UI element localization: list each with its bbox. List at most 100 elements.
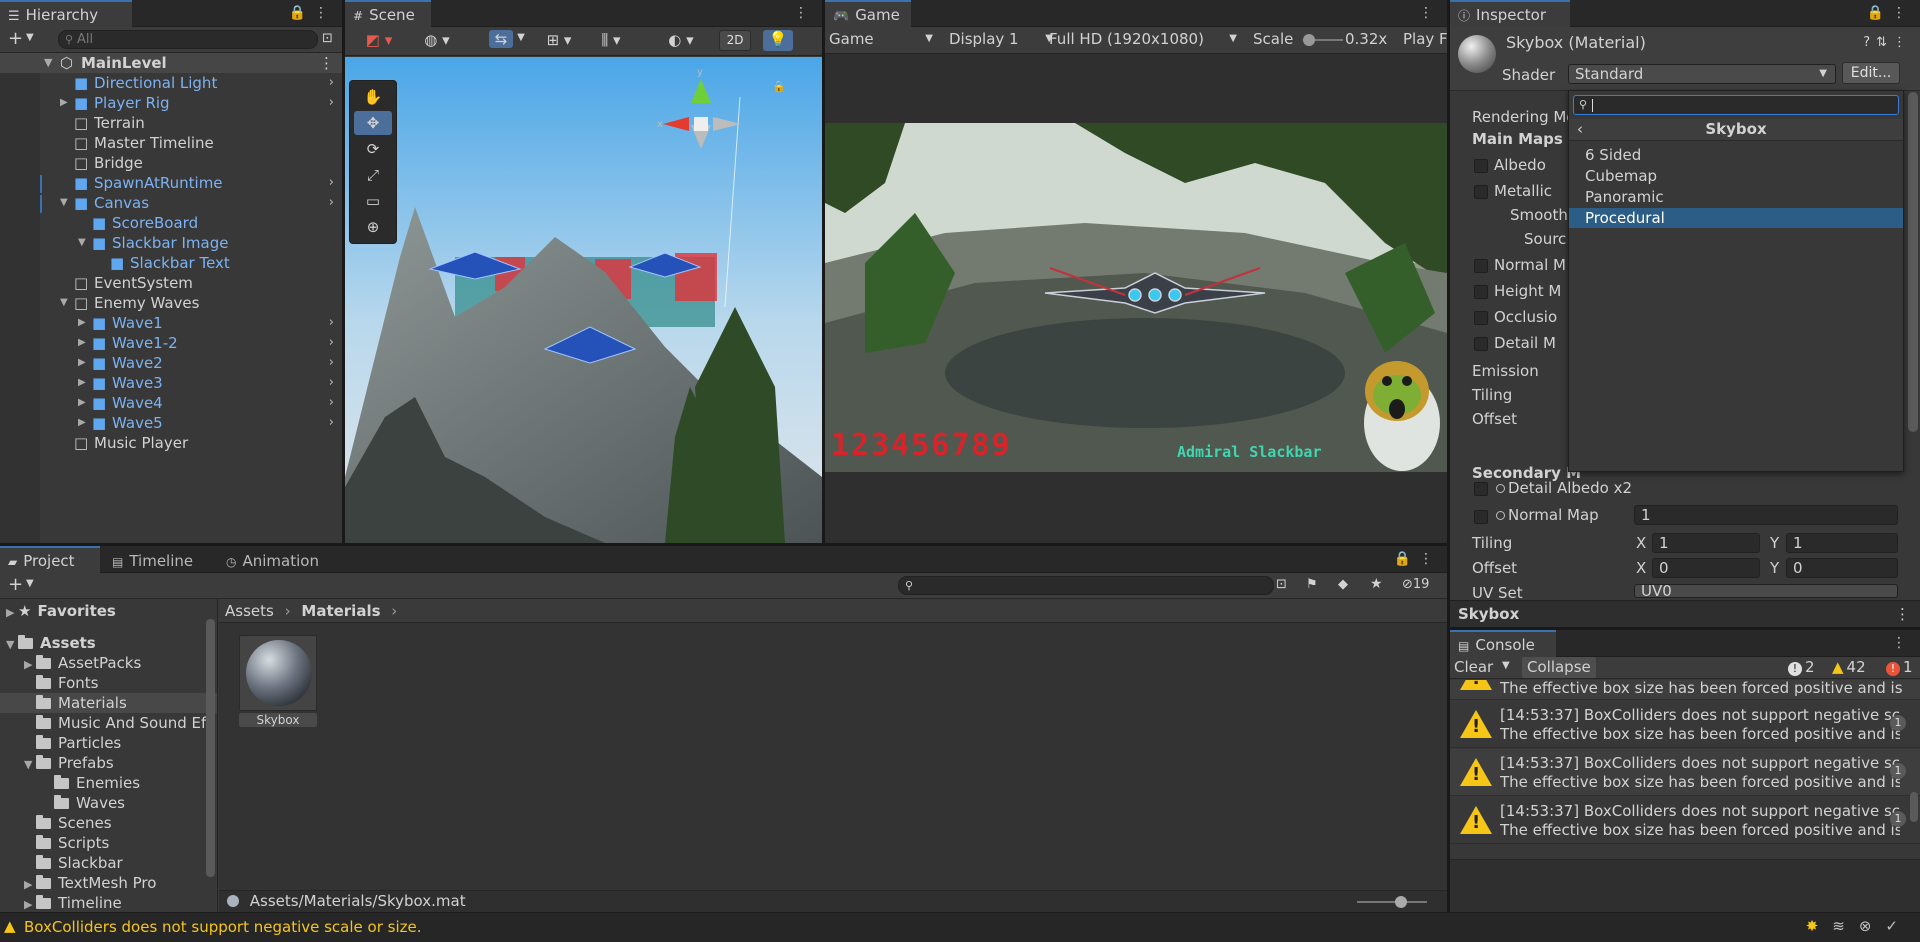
- lock-icon[interactable]: 🔒: [289, 5, 314, 21]
- fold-closed-icon[interactable]: ▶: [78, 333, 86, 353]
- hierarchy-item[interactable]: □ Terrain: [0, 113, 342, 133]
- project-folder-item[interactable]: Particles: [0, 733, 217, 753]
- draw-mode-icon[interactable]: ◩ ▾: [359, 31, 399, 49]
- thumbnail-size-slider[interactable]: [1357, 896, 1427, 908]
- fold-icon[interactable]: ▶: [24, 655, 36, 673]
- console-row[interactable]: [14:53:37] BoxColliders does not support…: [1450, 797, 1920, 844]
- more-menu-icon[interactable]: ⋮: [314, 5, 336, 21]
- hierarchy-item[interactable]: □ Music Player: [0, 433, 342, 453]
- move-tool-icon[interactable]: ✥: [354, 111, 392, 135]
- hierarchy-item[interactable]: □ Bridge: [0, 153, 342, 173]
- tab-inspector[interactable]: ⓘ Inspector: [1450, 0, 1570, 27]
- project-search-input[interactable]: ⚲: [898, 576, 1274, 595]
- fold-open-icon[interactable]: ▼: [60, 293, 68, 313]
- project-folder-item[interactable]: Materials: [0, 693, 217, 713]
- hierarchy-item[interactable]: □ EventSystem: [0, 273, 342, 293]
- hierarchy-item[interactable]: ▶ ■ Wave2 ›: [0, 353, 342, 373]
- fold-closed-icon[interactable]: ▶: [78, 353, 86, 373]
- add-icon[interactable]: +: [8, 574, 23, 595]
- tab-scene[interactable]: # Scene: [345, 0, 431, 27]
- lock-icon[interactable]: 🔒: [772, 80, 786, 93]
- fold-icon[interactable]: ▶: [24, 895, 36, 912]
- chevron-right-icon[interactable]: ›: [329, 413, 334, 433]
- chevron-right-icon[interactable]: ›: [329, 73, 334, 93]
- breadcrumb-item[interactable]: Assets: [225, 602, 274, 620]
- shader-dropdown[interactable]: Standard ▼: [1568, 64, 1836, 84]
- project-folder-item[interactable]: Slackbar: [0, 853, 217, 873]
- chevron-down-icon[interactable]: ▼: [26, 32, 34, 43]
- rotate-tool-icon[interactable]: ⟳: [354, 137, 392, 161]
- tab-animation[interactable]: ◷ Animation: [218, 546, 342, 573]
- inspector-scrollbar[interactable]: [1908, 92, 1918, 432]
- texture-slot-checkbox[interactable]: [1474, 311, 1488, 325]
- hierarchy-item[interactable]: ■ SpawnAtRuntime ›: [0, 173, 342, 193]
- project-folder-item[interactable]: Scripts: [0, 833, 217, 853]
- favorites-row[interactable]: ▶ ★ Favorites: [0, 601, 217, 621]
- hierarchy-item[interactable]: ▶ ■ Wave4 ›: [0, 393, 342, 413]
- chevron-right-icon[interactable]: ›: [329, 393, 334, 413]
- hierarchy-item[interactable]: ■ Directional Light ›: [0, 73, 342, 93]
- more-menu-icon[interactable]: ⋮: [1419, 5, 1441, 21]
- fold-icon[interactable]: ▶: [6, 603, 18, 621]
- hierarchy-item[interactable]: ▶ ■ Wave1-2 ›: [0, 333, 342, 353]
- fold-closed-icon[interactable]: ▶: [60, 93, 68, 113]
- display-dropdown[interactable]: Display 1 ▼: [949, 30, 1057, 48]
- project-folder-item[interactable]: Fonts: [0, 673, 217, 693]
- game-mode-dropdown[interactable]: Game ▼: [829, 30, 939, 48]
- hand-tool-icon[interactable]: ✋: [354, 85, 392, 109]
- chevron-down-icon[interactable]: ▼: [515, 32, 527, 43]
- filter-type-icon[interactable]: ⚑: [1306, 577, 1318, 592]
- project-folder-item[interactable]: ▼ Prefabs: [0, 753, 217, 773]
- game-viewport[interactable]: [825, 123, 1447, 472]
- search-options-icon[interactable]: ⊡: [1276, 577, 1287, 592]
- globe-icon[interactable]: ◍ ▾: [417, 31, 457, 49]
- project-tree-scrollbar[interactable]: [206, 619, 215, 877]
- fold-open-icon[interactable]: ▼: [60, 193, 68, 213]
- resolution-dropdown[interactable]: Full HD (1920x1080) ▼: [1049, 30, 1243, 48]
- normal-map-checkbox[interactable]: [1474, 510, 1488, 524]
- fold-open-icon[interactable]: ▼: [78, 233, 86, 253]
- chevron-right-icon[interactable]: ›: [329, 353, 334, 373]
- tiling-x-field[interactable]: 1: [1652, 533, 1760, 553]
- console-row[interactable]: [14:53:37] BoxColliders does not support…: [1450, 701, 1920, 748]
- offset-x-field[interactable]: 0: [1652, 558, 1760, 578]
- fold-icon[interactable]: ▶: [24, 875, 36, 893]
- tab-timeline[interactable]: ▤ Timeline: [104, 546, 216, 573]
- chevron-right-icon[interactable]: ›: [329, 173, 334, 193]
- collapse-button[interactable]: Collapse: [1522, 657, 1596, 678]
- rect-tool-icon[interactable]: ▭: [354, 189, 392, 213]
- favorite-star-icon[interactable]: ★: [1370, 576, 1383, 592]
- more-menu-icon[interactable]: ⋮: [1892, 5, 1914, 21]
- thumbnail-size-thumb[interactable]: [1395, 896, 1407, 908]
- chevron-right-icon[interactable]: ›: [329, 93, 334, 113]
- add-icon[interactable]: +: [8, 28, 23, 49]
- fold-icon[interactable]: ▼: [6, 635, 18, 653]
- lock-icon[interactable]: 🔒: [1867, 5, 1892, 21]
- filter-label-icon[interactable]: ◆: [1338, 577, 1348, 592]
- offset-y-field[interactable]: 0: [1786, 558, 1898, 578]
- chevron-right-icon[interactable]: ›: [329, 333, 334, 353]
- move-snap-icon[interactable]: ⇆: [489, 30, 513, 48]
- preset-icon[interactable]: ⇅: [1876, 35, 1893, 50]
- console-row[interactable]: [14:53:37] BoxColliders does not support…: [1450, 749, 1920, 796]
- texture-slot-checkbox[interactable]: [1474, 285, 1488, 299]
- hierarchy-item[interactable]: ▶ ■ Player Rig ›: [0, 93, 342, 113]
- more-menu-icon[interactable]: ⋮: [794, 5, 816, 21]
- uv-set-dropdown[interactable]: UV0: [1634, 584, 1898, 598]
- layers-icon[interactable]: ≋: [1832, 917, 1859, 935]
- hierarchy-item[interactable]: ▶ ■ Wave3 ›: [0, 373, 342, 393]
- hierarchy-item[interactable]: ■ Slackbar Text: [0, 253, 342, 273]
- hierarchy-item[interactable]: ▼ □ Enemy Waves: [0, 293, 342, 313]
- hierarchy-root-row[interactable]: ▼ ⬡ MainLevel ⋮: [0, 53, 342, 73]
- asset-tile[interactable]: Skybox: [239, 635, 317, 731]
- info-filter[interactable]: ! 2: [1788, 658, 1815, 676]
- search-options-icon[interactable]: ⊡: [322, 31, 333, 46]
- project-folder-item[interactable]: Music And Sound Ef: [0, 713, 217, 733]
- breadcrumb-item[interactable]: Materials: [301, 602, 380, 620]
- texture-slot-checkbox[interactable]: [1474, 159, 1488, 173]
- fold-closed-icon[interactable]: ▶: [78, 413, 86, 433]
- project-folder-item[interactable]: ▶ AssetPacks: [0, 653, 217, 673]
- fold-closed-icon[interactable]: ▶: [78, 313, 86, 333]
- hierarchy-item[interactable]: □ Master Timeline: [0, 133, 342, 153]
- tab-game[interactable]: 🎮 Game: [825, 0, 911, 27]
